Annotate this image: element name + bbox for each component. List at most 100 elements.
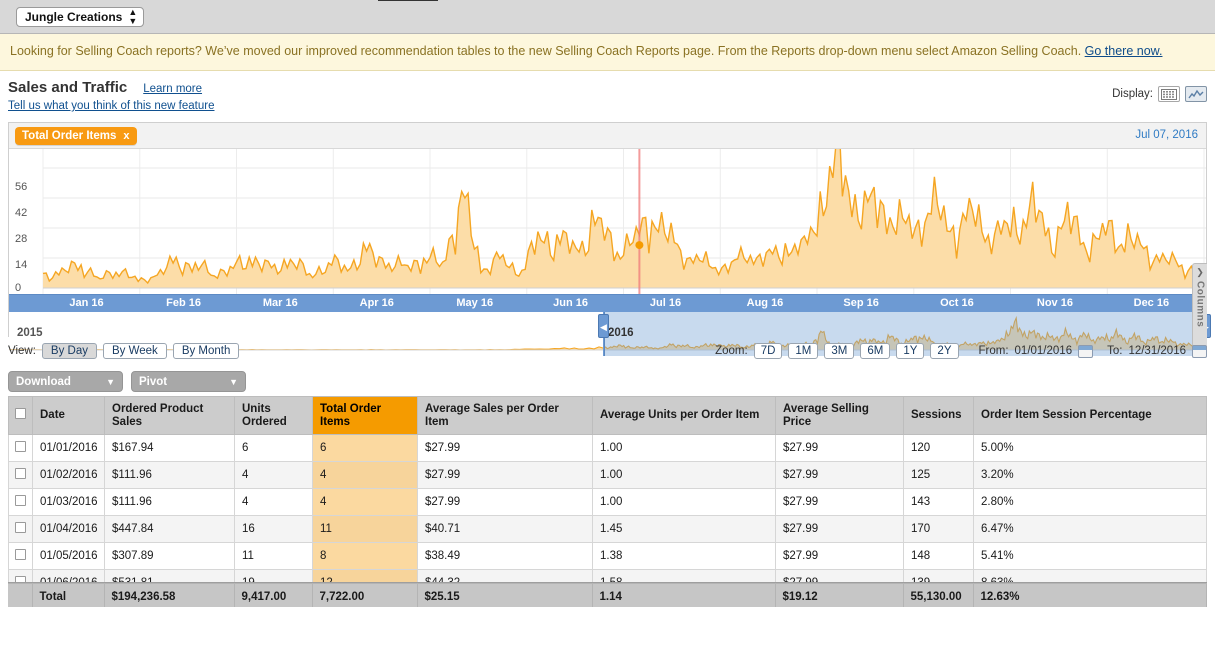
zoom-option-3m[interactable]: 3M <box>824 343 854 359</box>
select-all-checkbox[interactable] <box>15 408 26 419</box>
table-row: 01/02/2016$111.9644$27.991.00$27.991253.… <box>9 462 1207 489</box>
from-date-value[interactable]: 01/01/2016 <box>1015 345 1073 357</box>
row-select-cell[interactable] <box>9 516 33 543</box>
columns-panel-tab[interactable]: ❯ Columns <box>1192 263 1207 347</box>
display-mode-control: Display: <box>1112 86 1207 102</box>
table-cell: 8 <box>313 543 418 570</box>
row-checkbox[interactable] <box>15 522 26 533</box>
table-cell: 143 <box>904 489 974 516</box>
table-cell: $27.99 <box>776 435 904 462</box>
row-select-cell[interactable] <box>9 462 33 489</box>
chevron-down-icon: ▼ <box>106 377 115 387</box>
zoom-option-1y[interactable]: 1Y <box>896 343 924 359</box>
table-cell: 01/03/2016 <box>33 489 105 516</box>
x-tick-feb-16: Feb 16 <box>166 297 201 309</box>
chart-x-axis: Jan 16Feb 16Mar 16Apr 16May 16Jun 16Jul … <box>9 294 1206 312</box>
row-select-cell[interactable] <box>9 435 33 462</box>
zoom-option-1m[interactable]: 1M <box>788 343 818 359</box>
metric-chip-total-order-items[interactable]: Total Order Items x <box>15 127 137 145</box>
chart-view-icon[interactable] <box>1185 86 1207 102</box>
table-cell: 11 <box>313 516 418 543</box>
table-cell: $27.99 <box>418 435 593 462</box>
to-label: To: <box>1107 345 1122 357</box>
display-label: Display: <box>1112 88 1153 100</box>
calendar-icon[interactable] <box>1192 345 1207 358</box>
x-tick-nov-16: Nov 16 <box>1037 297 1073 309</box>
x-tick-sep-16: Sep 16 <box>843 297 878 309</box>
row-select-cell[interactable] <box>9 543 33 570</box>
learn-more-link[interactable]: Learn more <box>143 83 202 95</box>
column-header-sessions[interactable]: Sessions <box>904 397 974 435</box>
column-header-order-item-session-pct[interactable]: Order Item Session Percentage <box>974 397 1207 435</box>
y-tick-14: 14 <box>15 259 27 271</box>
column-header-avg-sales-per-order-item[interactable]: Average Sales per Order Item <box>418 397 593 435</box>
to-date-value[interactable]: 12/31/2016 <box>1128 345 1186 357</box>
from-label: From: <box>979 345 1009 357</box>
table-cell: 6 <box>313 435 418 462</box>
chart-plot-area[interactable]: 56 42 28 14 0 <box>9 149 1206 294</box>
table-row: 01/01/2016$167.9466$27.991.00$27.991205.… <box>9 435 1207 462</box>
column-header-total-order-items[interactable]: Total Order Items <box>313 397 418 435</box>
total-total-order-items: 7,722.00 <box>312 584 417 608</box>
pivot-button[interactable]: Pivot ▼ <box>131 371 246 392</box>
total-ordered-product-sales: $194,236.58 <box>104 584 234 608</box>
table-cell: 1.00 <box>593 435 776 462</box>
download-label: Download <box>16 376 71 388</box>
feedback-link[interactable]: Tell us what you think of this new featu… <box>8 100 214 112</box>
table-cell: $27.99 <box>776 516 904 543</box>
y-tick-42: 42 <box>15 207 27 219</box>
table-cell: 6 <box>235 435 313 462</box>
table-cell: 01/01/2016 <box>33 435 105 462</box>
chevron-right-icon: ❯ <box>1196 267 1204 278</box>
column-header-date[interactable]: Date <box>33 397 105 435</box>
select-all-header[interactable] <box>9 397 33 435</box>
row-select-cell[interactable] <box>9 489 33 516</box>
table-cell: 4 <box>235 462 313 489</box>
row-checkbox[interactable] <box>15 549 26 560</box>
calendar-icon[interactable] <box>1078 345 1093 358</box>
notice-go-there-now-link[interactable]: Go there now. <box>1085 44 1163 58</box>
download-button[interactable]: Download ▼ <box>8 371 123 392</box>
column-header-avg-units-per-order-item[interactable]: Average Units per Order Item <box>593 397 776 435</box>
row-checkbox[interactable] <box>15 495 26 506</box>
account-selector[interactable]: Jungle Creations ▲▼ <box>16 7 144 27</box>
table-cell: 125 <box>904 462 974 489</box>
x-tick-jul-16: Jul 16 <box>650 297 681 309</box>
total-avg-units-per-item: 1.14 <box>592 584 775 608</box>
zoom-option-7d[interactable]: 7D <box>754 343 783 359</box>
view-option-by-day[interactable]: By Day <box>42 343 97 359</box>
table-cell: $27.99 <box>418 462 593 489</box>
total-row-spacer <box>8 584 32 608</box>
updown-spinner-icon: ▲▼ <box>128 8 137 26</box>
table-cell: $27.99 <box>776 489 904 516</box>
row-checkbox[interactable] <box>15 441 26 452</box>
table-action-buttons: Download ▼ Pivot ▼ <box>8 371 1207 392</box>
navigator-handle-left[interactable]: ◀ <box>598 314 609 338</box>
table-cell: $111.96 <box>105 489 235 516</box>
zoom-option-2y[interactable]: 2Y <box>930 343 958 359</box>
columns-panel-label: Columns <box>1195 281 1206 327</box>
table-cell: 5.41% <box>974 543 1207 570</box>
total-units-ordered: 9,417.00 <box>234 584 312 608</box>
column-header-ordered-product-sales[interactable]: Ordered Product Sales <box>105 397 235 435</box>
x-tick-apr-16: Apr 16 <box>360 297 394 309</box>
table-cell: 4 <box>313 462 418 489</box>
close-icon[interactable]: x <box>123 130 129 142</box>
table-view-icon[interactable] <box>1158 86 1180 102</box>
row-checkbox[interactable] <box>15 468 26 479</box>
view-option-by-month[interactable]: By Month <box>173 343 240 359</box>
table-scroll-viewport[interactable]: Date Ordered Product Sales Units Ordered… <box>8 396 1207 607</box>
view-option-by-week[interactable]: By Week <box>103 343 167 359</box>
column-header-average-selling-price[interactable]: Average Selling Price <box>776 397 904 435</box>
table-cell: 01/05/2016 <box>33 543 105 570</box>
selling-coach-notice: Looking for Selling Coach reports? We’ve… <box>0 34 1215 71</box>
table-cell: 16 <box>235 516 313 543</box>
column-header-units-ordered[interactable]: Units Ordered <box>235 397 313 435</box>
table-cell: $167.94 <box>105 435 235 462</box>
total-row-table: Total $194,236.58 9,417.00 7,722.00 $25.… <box>8 583 1207 607</box>
zoom-option-6m[interactable]: 6M <box>860 343 890 359</box>
x-tick-jan-16: Jan 16 <box>69 297 103 309</box>
zoom-label: Zoom: <box>715 345 748 357</box>
navigator-year-2016: 2016 <box>608 327 634 339</box>
table-cell: 1.00 <box>593 462 776 489</box>
